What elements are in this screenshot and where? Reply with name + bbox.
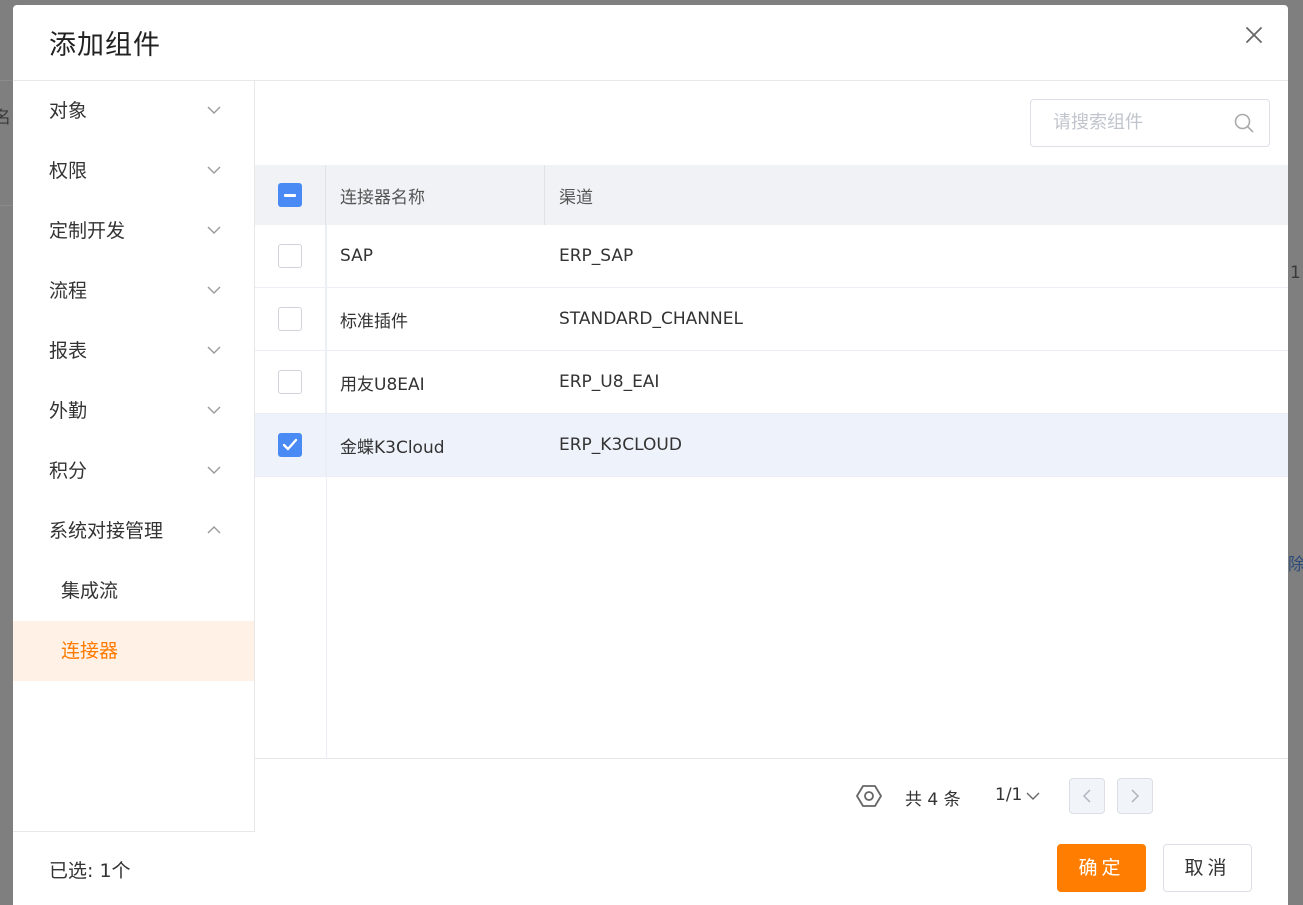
close-icon[interactable] [1242,23,1266,47]
sidebar-item-object[interactable]: 对象 [13,81,254,141]
row-check-cell [255,288,326,350]
sidebar-item-system-integration[interactable]: 系统对接管理 [13,501,254,561]
connector-channel: STANDARD_CHANNEL [559,309,743,329]
table-row[interactable]: 用友U8EAI ERP_U8_EAI [255,351,1288,414]
header-check-cell [255,165,326,225]
chevron-down-icon [207,106,221,114]
chevron-up-icon [207,526,221,534]
add-component-dialog: 添加组件 对象 权限 定制开发 流程 报表 外勤 积分 系统对接管理 集成流 连… [13,5,1288,905]
check-icon [282,438,298,451]
sidebar-item-label: 流程 [49,280,88,302]
table-row[interactable]: 标准插件 STANDARD_CHANNEL [255,288,1288,351]
background-divider [0,205,13,206]
chevron-down-icon [207,346,221,354]
sidebar-item-label: 权限 [49,160,88,182]
sidebar-item-label: 报表 [49,340,88,362]
sidebar-subitem-connector[interactable]: 连接器 [13,621,254,681]
table-row[interactable]: SAP ERP_SAP [255,225,1288,288]
column-header-name: 连接器名称 [326,165,545,225]
search-icon[interactable] [1233,112,1255,134]
sidebar-item-report[interactable]: 报表 [13,321,254,381]
connector-name: 用友U8EAI [340,374,425,395]
column-header-channel: 渠道 [559,187,593,208]
connector-channel: ERP_U8_EAI [559,372,660,392]
connector-name: SAP [340,246,373,266]
sidebar-item-label: 系统对接管理 [49,520,164,542]
dialog-header: 添加组件 [13,5,1288,81]
select-all-checkbox[interactable] [278,183,302,207]
cancel-button[interactable]: 取消 [1163,844,1252,892]
search-input[interactable] [1053,100,1233,144]
selected-count: 已选: 1个 [49,860,131,882]
chevron-down-icon [207,166,221,174]
chevron-down-icon[interactable] [1026,791,1040,801]
next-page-button[interactable] [1117,778,1153,814]
dialog-footer: 已选: 1个 确定 取消 [13,832,1288,905]
sidebar-item-label: 对象 [49,100,88,122]
background-divider [0,80,13,81]
chevron-down-icon [207,466,221,474]
connector-name: 标准插件 [340,311,408,332]
background-text: 除 [1288,555,1303,575]
sidebar-item-points[interactable]: 积分 [13,441,254,501]
connector-name: 金蝶K3Cloud [340,437,445,458]
connector-channel: ERP_K3CLOUD [559,435,682,455]
chevron-down-icon [207,226,221,234]
page-indicator[interactable]: 1/1 [995,785,1022,805]
row-check-cell [255,414,326,476]
connector-channel: ERP_SAP [559,246,634,266]
chevron-down-icon [207,406,221,414]
chevron-left-icon [1082,789,1091,803]
connector-table: 连接器名称 渠道 SAP ERP_SAP 标准插件 STANDARD_CHANN… [255,165,1288,759]
row-checkbox[interactable] [278,433,302,457]
row-checkbox[interactable] [278,307,302,331]
sidebar-item-label: 外勤 [49,400,88,422]
confirm-button[interactable]: 确定 [1057,844,1146,892]
pagination: 共 4 条 1/1 [255,761,1288,833]
row-checkbox[interactable] [278,370,302,394]
settings-icon[interactable] [855,782,883,810]
sidebar-item-field-work[interactable]: 外勤 [13,381,254,441]
sidebar-item-label: 定制开发 [49,220,126,242]
dialog-title: 添加组件 [49,30,161,61]
component-list-panel: 连接器名称 渠道 SAP ERP_SAP 标准插件 STANDARD_CHANN… [255,81,1288,761]
sidebar-item-label: 积分 [49,460,88,482]
background-text: 1 [1290,263,1301,283]
background-text: 名 [0,108,11,128]
search-box [1030,99,1270,147]
sidebar-subitem-integration-flow[interactable]: 集成流 [13,561,254,621]
sidebar-item-permission[interactable]: 权限 [13,141,254,201]
row-checkbox[interactable] [278,244,302,268]
total-count: 共 4 条 [905,790,961,810]
prev-page-button[interactable] [1069,778,1105,814]
row-check-cell [255,351,326,413]
row-check-cell [255,225,326,287]
chevron-down-icon [207,286,221,294]
chevron-right-icon [1131,789,1140,803]
sidebar-item-custom-dev[interactable]: 定制开发 [13,201,254,261]
column-divider [326,225,327,758]
table-row[interactable]: 金蝶K3Cloud ERP_K3CLOUD [255,414,1288,477]
category-sidebar: 对象 权限 定制开发 流程 报表 外勤 积分 系统对接管理 集成流 连接器 [13,81,255,832]
table-header: 连接器名称 渠道 [255,165,1288,225]
sidebar-item-process[interactable]: 流程 [13,261,254,321]
